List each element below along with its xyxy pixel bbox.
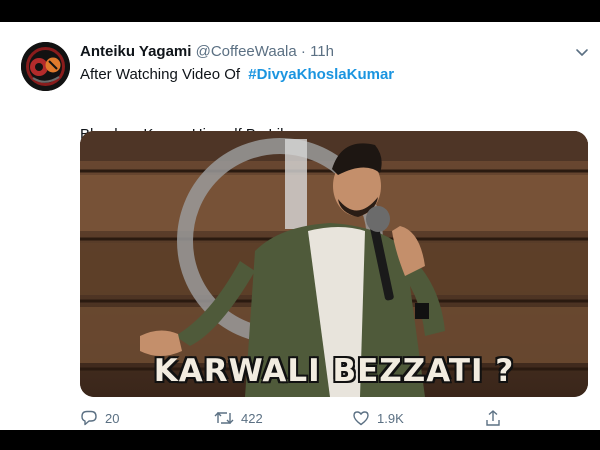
tweet-timestamp[interactable]: 11h bbox=[310, 43, 334, 60]
retweet-button[interactable]: 422 bbox=[214, 407, 263, 429]
hashtag-link[interactable]: #DivyaKhoslaKumar bbox=[248, 66, 394, 83]
tweet-card[interactable]: Anteiku Yagami @CoffeeWaala · 11h After … bbox=[0, 22, 600, 430]
heart-icon bbox=[353, 411, 369, 426]
header-separator: · bbox=[300, 43, 306, 60]
reply-button[interactable]: 20 bbox=[80, 407, 119, 429]
tweet-header: Anteiku Yagami @CoffeeWaala · 11h bbox=[80, 43, 334, 60]
tweet-media[interactable]: KARWALI BEZZATI ? bbox=[80, 131, 588, 397]
share-button[interactable] bbox=[484, 407, 509, 429]
author-name[interactable]: Anteiku Yagami bbox=[80, 43, 191, 60]
tweet-text-line1: After Watching Video Of #DivyaKhoslaKuma… bbox=[80, 66, 394, 83]
meme-caption: KARWALI BEZZATI ? bbox=[153, 353, 515, 389]
reply-icon bbox=[81, 410, 97, 426]
chevron-down-icon[interactable] bbox=[574, 44, 590, 60]
share-icon bbox=[486, 410, 500, 426]
reply-count: 20 bbox=[105, 410, 120, 426]
tweet-text: After Watching Video Of bbox=[80, 66, 241, 83]
like-count: 1.9K bbox=[377, 410, 404, 426]
author-handle[interactable]: @CoffeeWaala bbox=[196, 43, 297, 60]
tweet-actions: 20 422 1.9K bbox=[80, 407, 520, 429]
like-button[interactable]: 1.9K bbox=[352, 407, 404, 429]
retweet-count: 422 bbox=[241, 410, 263, 426]
avatar[interactable] bbox=[21, 42, 70, 91]
retweet-icon bbox=[214, 412, 234, 424]
